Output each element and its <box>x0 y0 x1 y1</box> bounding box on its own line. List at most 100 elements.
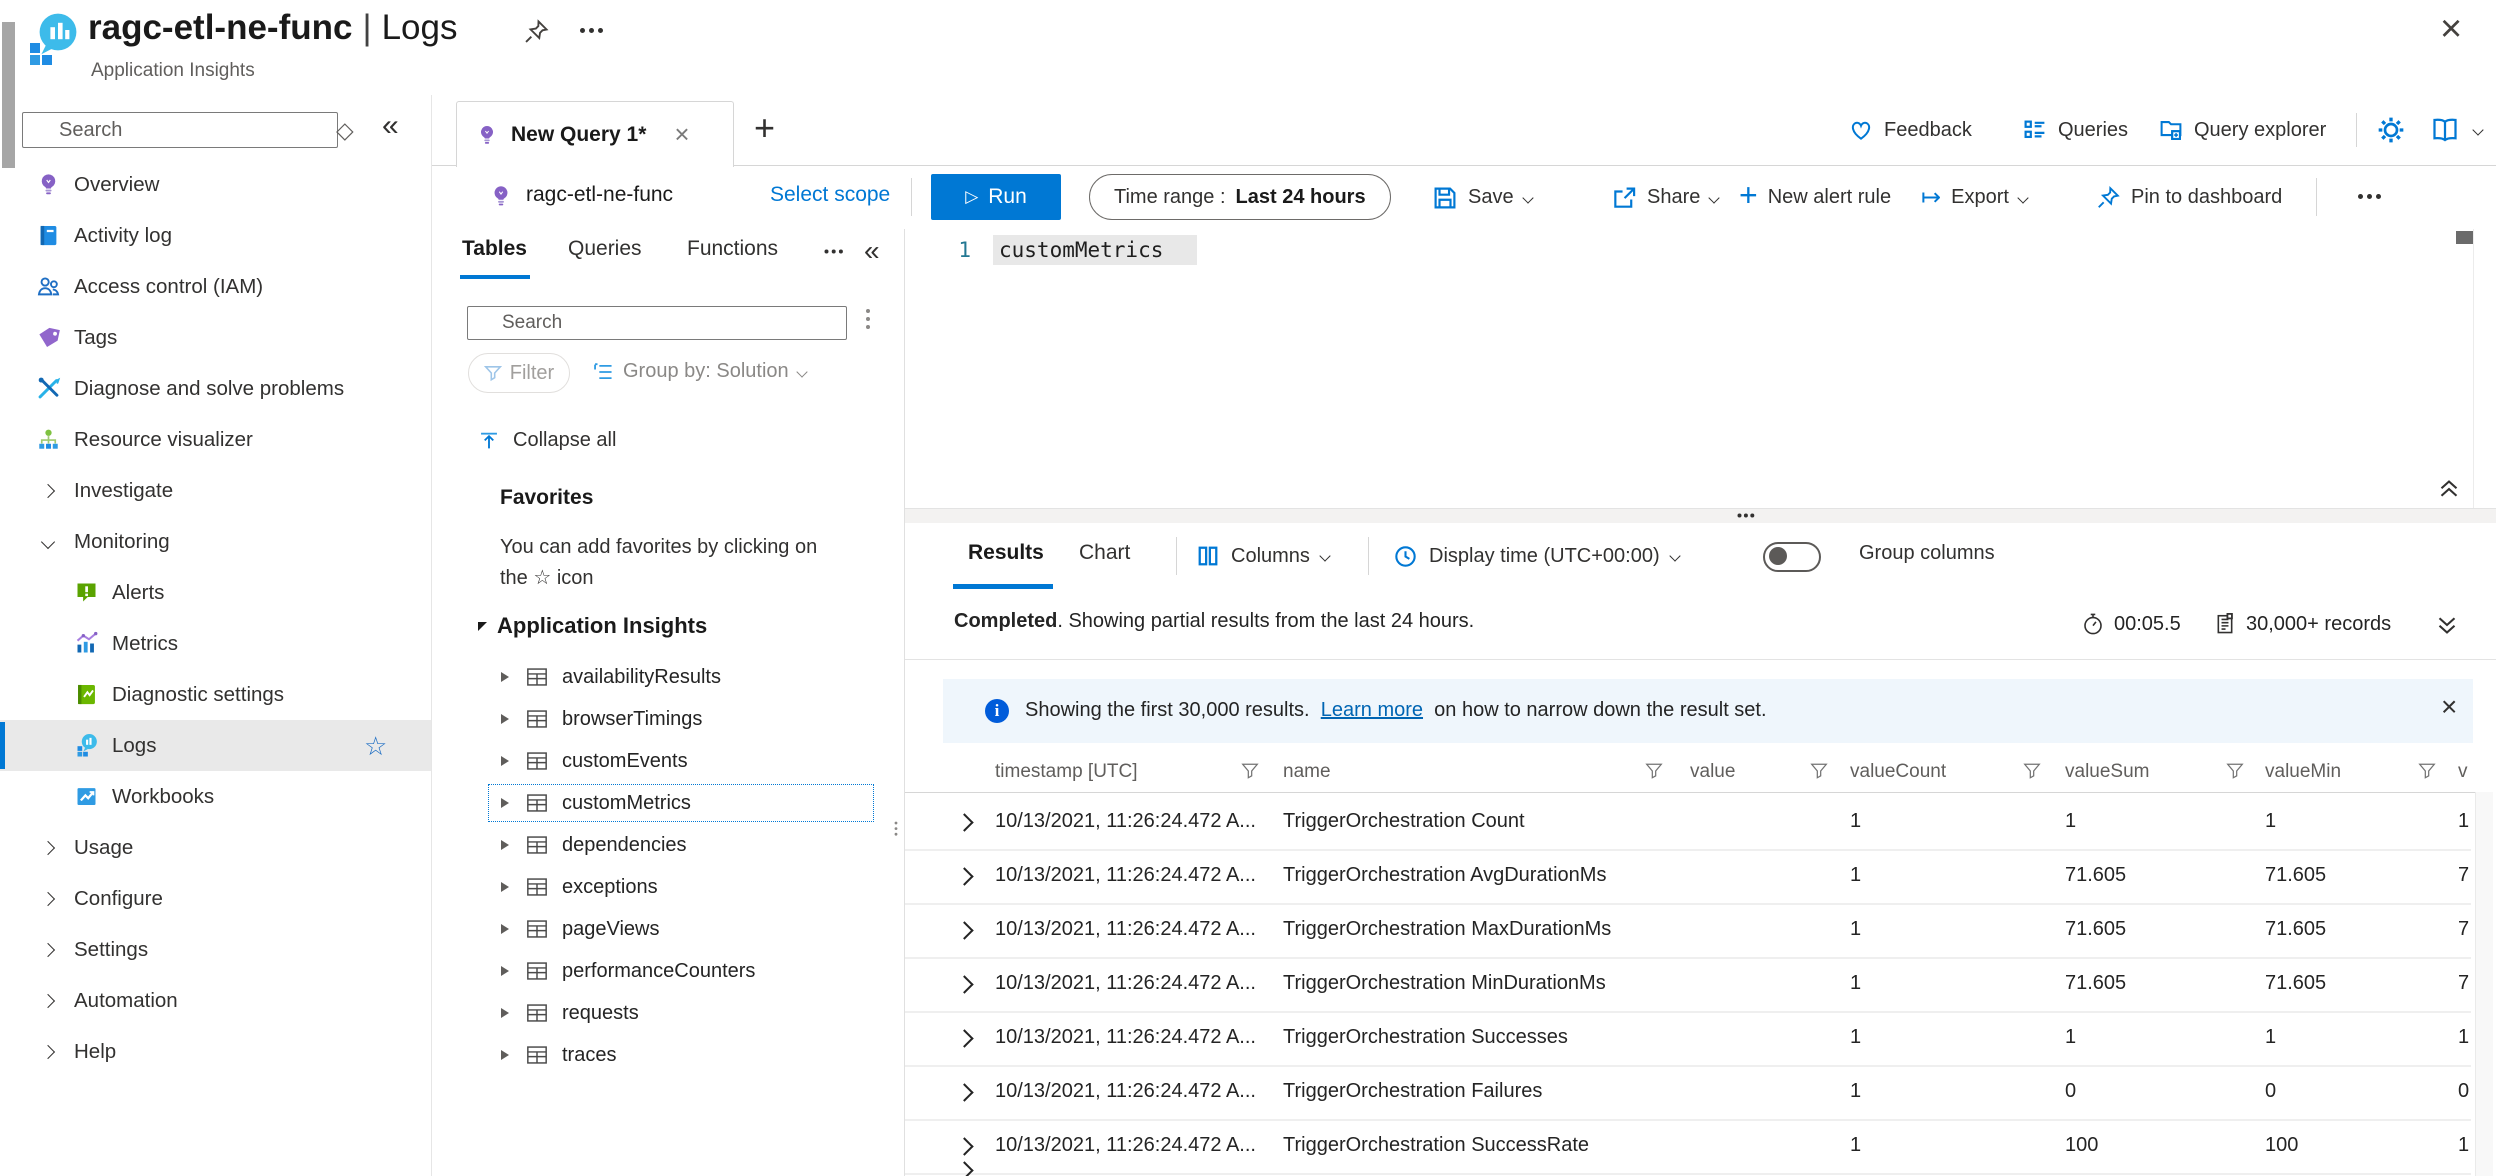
tree-expander-icon[interactable] <box>501 882 509 892</box>
tab-tables[interactable]: Tables <box>462 237 527 261</box>
new-tab-button[interactable]: + <box>754 107 775 149</box>
table-item-browserTimings[interactable]: browserTimings <box>432 698 904 740</box>
settings-gear-button[interactable] <box>2376 95 2406 165</box>
table-item-exceptions[interactable]: exceptions <box>432 866 904 908</box>
table-row[interactable]: 10/13/2021, 11:26:24.472 A...TriggerOrch… <box>905 1067 2471 1121</box>
table-row[interactable]: 10/13/2021, 11:26:24.472 A...TriggerOrch… <box>905 959 2471 1013</box>
close-blade-icon[interactable]: × <box>2440 8 2462 51</box>
row-expander-icon[interactable] <box>955 975 973 993</box>
sidebar-item-activity-log[interactable]: Activity log <box>0 210 431 261</box>
table-row[interactable]: 10/13/2021, 11:26:24.472 A...TriggerOrch… <box>905 1121 2471 1175</box>
filter-funnel-icon[interactable] <box>2023 762 2041 780</box>
new-alert-rule-button[interactable]: + New alert rule <box>1739 166 1891 229</box>
sidebar-item-automation[interactable]: Automation <box>0 975 431 1026</box>
tree-expander-icon[interactable] <box>501 1008 509 1018</box>
table-item-performanceCounters[interactable]: performanceCounters <box>432 950 904 992</box>
header-more-icon[interactable] <box>580 28 585 33</box>
export-button[interactable]: ↦ Export <box>1921 166 2027 229</box>
sidebar-item-monitoring[interactable]: Monitoring <box>0 516 431 567</box>
row-expander-icon[interactable] <box>955 813 973 831</box>
table-row[interactable]: 10/13/2021, 11:26:24.472 A...TriggerOrch… <box>905 851 2471 905</box>
tree-expander-icon[interactable] <box>501 714 509 724</box>
share-button[interactable]: Share <box>1611 166 1718 229</box>
more-commands-icon[interactable] <box>2358 194 2363 199</box>
tab-queries[interactable]: Queries <box>568 237 642 261</box>
group-by-dropdown[interactable]: Group by: Solution <box>592 360 806 383</box>
sidebar-item-access-control-iam[interactable]: Access control (IAM) <box>0 261 431 312</box>
run-button[interactable]: ▷Run <box>931 174 1061 220</box>
table-row[interactable]: 10/13/2021, 11:26:24.472 A...TriggerOrch… <box>905 905 2471 959</box>
table-item-customMetrics[interactable]: customMetrics <box>432 782 904 824</box>
tree-expander-icon[interactable] <box>501 1050 509 1060</box>
column-header-v[interactable]: v <box>2458 761 2468 783</box>
row-expander-icon[interactable] <box>955 1137 973 1155</box>
editor-scrollbar-thumb[interactable] <box>2456 231 2473 244</box>
filter-button[interactable]: Filter <box>468 353 570 393</box>
group-application-insights[interactable]: Application Insights <box>478 613 707 639</box>
table-row[interactable]: 10/13/2021, 11:26:24.472 A...TriggerOrch… <box>905 797 2471 851</box>
tab-results[interactable]: Results <box>968 541 1044 565</box>
tree-expander-icon[interactable] <box>501 924 509 934</box>
sidebar-item-workbooks[interactable]: Workbooks <box>0 771 431 822</box>
tree-expander-icon[interactable] <box>501 672 509 682</box>
sidebar-item-settings[interactable]: Settings <box>0 924 431 975</box>
sidebar-item-diagnostic-settings[interactable]: Diagnostic settings <box>0 669 431 720</box>
grid-scrollbar-track[interactable] <box>2475 792 2493 1176</box>
close-tab-icon[interactable]: × <box>674 119 689 150</box>
collapse-all-button[interactable]: Collapse all <box>478 429 616 452</box>
group-columns-toggle[interactable] <box>1763 542 1821 572</box>
filter-funnel-icon[interactable] <box>1810 762 1828 780</box>
collapse-sidebar-icon[interactable]: « <box>382 109 399 143</box>
table-item-availabilityResults[interactable]: availabilityResults <box>432 656 904 698</box>
column-header-value[interactable]: value <box>1690 761 1735 783</box>
grid-scrollbar-thumb[interactable] <box>2 22 15 168</box>
collapse-editor-icon[interactable] <box>2437 477 2461 501</box>
panel-more-icon[interactable] <box>825 250 829 254</box>
sidebar-item-resource-visualizer[interactable]: Resource visualizer <box>0 414 431 465</box>
pin-to-dashboard-button[interactable]: Pin to dashboard <box>2095 166 2282 229</box>
reference-book-button[interactable] <box>2430 95 2482 165</box>
tree-expander-icon[interactable] <box>501 756 509 766</box>
kql-query-editor[interactable]: 1 customMetrics <box>905 229 2496 508</box>
sidebar-item-usage[interactable]: Usage <box>0 822 431 873</box>
sidebar-item-configure[interactable]: Configure <box>0 873 431 924</box>
expand-status-icon[interactable] <box>2435 613 2459 637</box>
table-row[interactable]: 10/13/2021, 11:26:24.472 A...TriggerOrch… <box>905 1013 2471 1067</box>
row-expander-icon[interactable] <box>955 1029 973 1047</box>
table-item-customEvents[interactable]: customEvents <box>432 740 904 782</box>
sidebar-item-help[interactable]: Help <box>0 1026 431 1077</box>
column-header-valueCount[interactable]: valueCount <box>1850 761 1946 783</box>
pin-header-icon[interactable] <box>522 18 550 46</box>
tree-expander-icon[interactable] <box>501 966 509 976</box>
filter-funnel-icon[interactable] <box>1645 762 1663 780</box>
search-options-icon[interactable] <box>866 309 870 313</box>
editor-results-splitter[interactable] <box>905 508 2496 524</box>
select-scope-link[interactable]: Select scope <box>770 183 890 207</box>
query-explorer-button[interactable]: Query explorer <box>2158 95 2326 165</box>
columns-dropdown[interactable]: Columns <box>1196 523 1329 589</box>
filter-funnel-icon[interactable] <box>2418 762 2436 780</box>
table-item-dependencies[interactable]: dependencies <box>432 824 904 866</box>
sidebar-search-input[interactable] <box>22 112 338 148</box>
tree-expander-icon[interactable] <box>501 798 509 808</box>
filter-funnel-icon[interactable] <box>2226 762 2244 780</box>
sidebar-item-metrics[interactable]: Metrics <box>0 618 431 669</box>
column-header-valueSum[interactable]: valueSum <box>2065 761 2150 783</box>
sidebar-item-overview[interactable]: Overview <box>0 159 431 210</box>
learn-more-link[interactable]: Learn more <box>1321 699 1423 721</box>
row-expander-icon[interactable] <box>955 1083 973 1101</box>
panel-resize-handle[interactable] <box>895 822 898 825</box>
filter-funnel-icon[interactable] <box>1241 762 1259 780</box>
table-item-traces[interactable]: traces <box>432 1034 904 1076</box>
feedback-button[interactable]: Feedback <box>1848 95 1972 165</box>
save-button[interactable]: Save <box>1432 166 1532 229</box>
table-item-requests[interactable]: requests <box>432 992 904 1034</box>
favorite-star-icon[interactable]: ☆ <box>364 731 387 762</box>
tables-search-input[interactable] <box>467 306 847 340</box>
table-item-pageViews[interactable]: pageViews <box>432 908 904 950</box>
diamond-icon[interactable]: ◇ <box>336 117 354 144</box>
sidebar-item-logs[interactable]: Logs☆ <box>0 720 431 771</box>
sidebar-item-investigate[interactable]: Investigate <box>0 465 431 516</box>
tab-new-query[interactable]: New Query 1* × <box>456 101 734 167</box>
collapse-panel-icon[interactable]: « <box>864 235 880 267</box>
